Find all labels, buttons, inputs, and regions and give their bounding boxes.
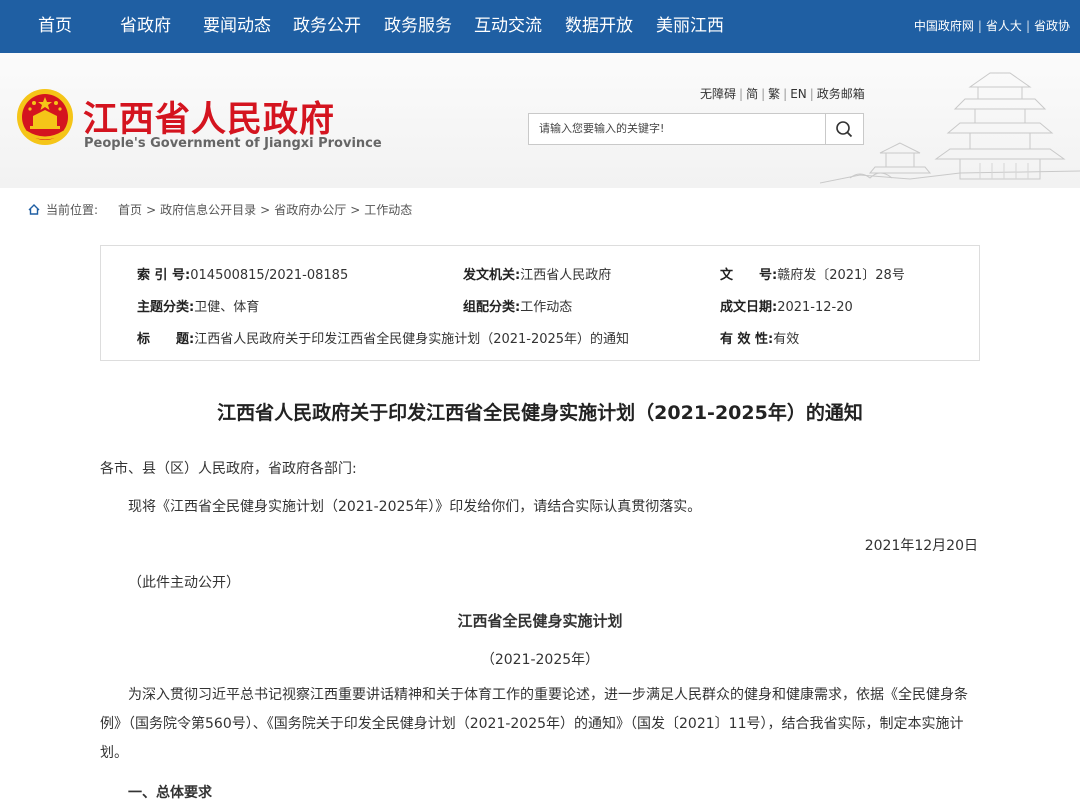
meta-topic: 主题分类:卫健、体育 [137,296,259,315]
breadcrumb: 当前位置: 首页 > 政府信息公开目录 > 省政府办公厅 > 工作动态 [28,201,412,218]
top-links: 中国政府网 | 省人大 | 省政协 [914,0,1070,53]
site-header: 江西省人民政府 People's Government of Jiangxi P… [0,53,1080,188]
meta-date: 成文日期:2021-12-20 [720,296,853,315]
article-salutation: 各市、县（区）人民政府，省政府各部门: [100,461,357,477]
meta-value: 2021-12-20 [777,300,853,315]
article-title: 江西省人民政府关于印发江西省全民健身实施计划（2021-2025年）的通知 [217,402,863,424]
divider: | [783,87,788,101]
breadcrumb-separator: > [350,203,361,217]
pavilion-illustration [820,72,1080,184]
breadcrumb-label: 当前位置: [46,203,99,217]
plan-title: 江西省全民健身实施计划 [457,612,623,630]
meta-label: 文 号: [720,268,778,283]
link-simplified[interactable]: 简 [746,87,758,101]
section-heading: 一、总体要求 [128,785,212,801]
divider: | [761,87,766,101]
link-cppcc[interactable]: 省政协 [1034,19,1070,33]
meta-label: 有 效 性: [720,332,774,347]
breadcrumb-separator: > [146,203,157,217]
link-provincial-congress[interactable]: 省人大 [986,19,1022,33]
public-note: （此件主动公开） [128,575,240,591]
nav-item-beautiful-jiangxi[interactable]: 美丽江西 [656,0,724,53]
link-traditional[interactable]: 繁 [768,87,780,101]
nav-item-open-affairs[interactable]: 政务公开 [293,0,361,53]
nav-item-news[interactable]: 要闻动态 [203,0,271,53]
document-meta-box: 索 引 号:014500815/2021-08185 发文机关:江西省人民政府 … [100,245,980,361]
divider: | [977,19,982,33]
meta-value: 江西省人民政府 [520,268,612,283]
meta-label: 主题分类: [137,300,195,315]
meta-value: 014500815/2021-08185 [190,268,349,283]
link-gov-cn[interactable]: 中国政府网 [914,19,974,33]
breadcrumb-separator: > [260,203,271,217]
home-icon [28,204,40,215]
article-intro: 现将《江西省全民健身实施计划（2021-2025年）》印发给你们，请结合实际认真… [128,499,702,515]
nav-item-provincial-government[interactable]: 省政府 [120,0,171,53]
meta-label: 索 引 号: [137,268,191,283]
site-subtitle: People's Government of Jiangxi Province [84,136,382,151]
nav-item-services[interactable]: 政务服务 [384,0,452,53]
meta-category: 组配分类:工作动态 [463,296,572,315]
meta-issuer: 发文机关:江西省人民政府 [463,264,611,283]
breadcrumb-info-catalog[interactable]: 政府信息公开目录 [160,203,256,217]
meta-value: 赣府发〔2021〕28号 [777,268,905,283]
nav-item-open-data[interactable]: 数据开放 [565,0,633,53]
plan-years: （2021-2025年） [480,652,600,668]
site-title[interactable]: 江西省人民政府 [83,91,335,142]
meta-label: 成文日期: [720,300,778,315]
divider: | [739,87,744,101]
national-emblem-icon [17,89,73,145]
divider: | [1025,19,1030,33]
meta-label: 发文机关: [463,268,521,283]
search-box [528,113,864,145]
meta-title: 标 题:江西省人民政府关于印发江西省全民健身实施计划（2021-2025年）的通… [137,328,629,347]
divider: | [809,87,814,101]
meta-document-number: 文 号:赣府发〔2021〕28号 [720,264,905,283]
top-nav: 首页 省政府 要闻动态 政务公开 政务服务 互动交流 数据开放 美丽江西 中国政… [0,0,1080,53]
meta-label: 组配分类: [463,300,521,315]
meta-value: 江西省人民政府关于印发江西省全民健身实施计划（2021-2025年）的通知 [194,332,630,347]
meta-index-number: 索 引 号:014500815/2021-08185 [137,264,348,283]
meta-value: 卫健、体育 [194,300,260,315]
link-accessibility[interactable]: 无障碍 [700,87,736,101]
breadcrumb-general-office[interactable]: 省政府办公厅 [274,203,346,217]
search-input[interactable] [529,114,823,142]
meta-value: 工作动态 [520,300,573,315]
breadcrumb-work-updates[interactable]: 工作动态 [364,203,412,217]
meta-validity: 有 效 性:有效 [720,328,799,347]
article-paragraph: 为深入贯彻习近平总书记视察江西重要讲话精神和关于体育工作的重要论述，进一步满足人… [100,687,968,761]
nav-item-interaction[interactable]: 互动交流 [474,0,542,53]
breadcrumb-home[interactable]: 首页 [118,203,142,217]
meta-value: 有效 [773,332,800,347]
nav-item-home[interactable]: 首页 [38,0,72,53]
article-date: 2021年12月20日 [864,538,978,554]
meta-label: 标 题: [137,332,195,347]
link-english[interactable]: EN [790,87,807,101]
